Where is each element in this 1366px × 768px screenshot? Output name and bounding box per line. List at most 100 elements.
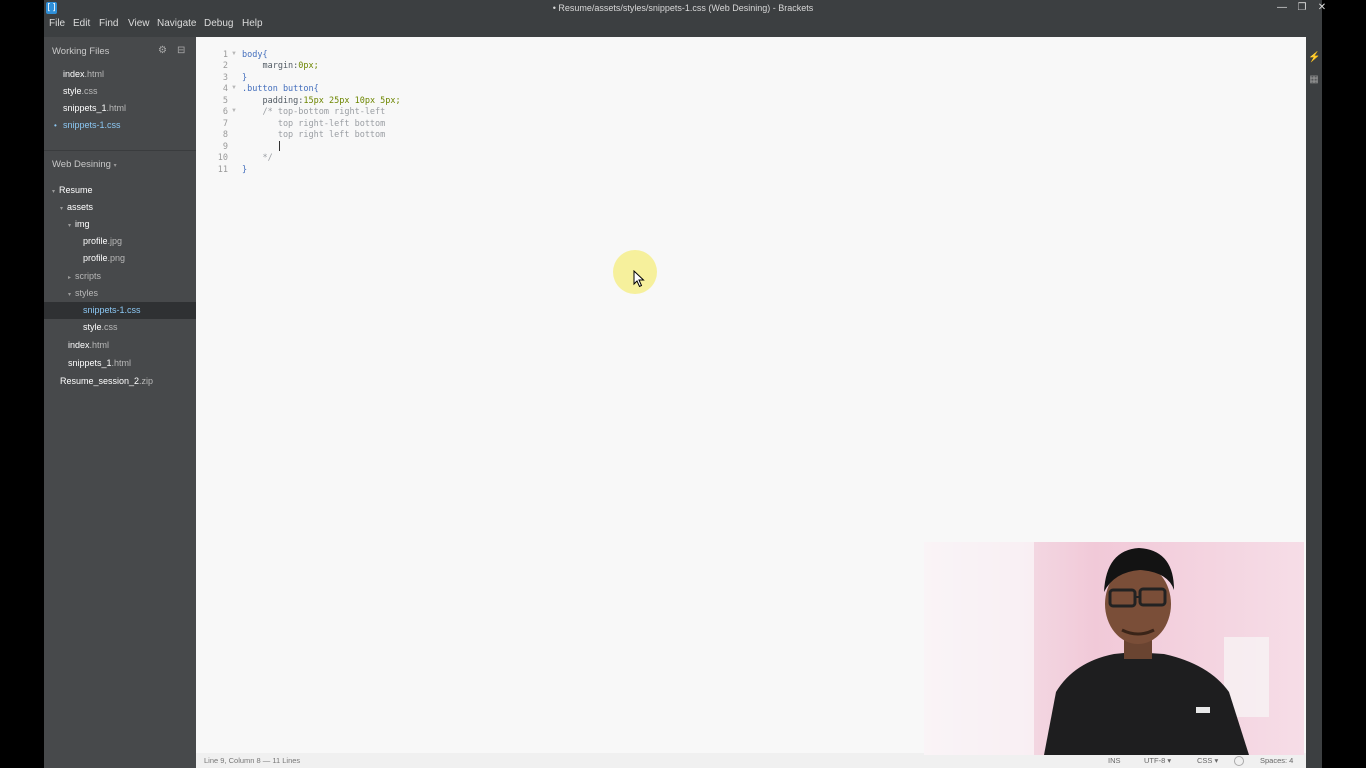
tree-file-selected[interactable]: snippets-1.css [44,302,196,319]
working-files-title: Working Files [52,46,110,57]
tree-folder[interactable]: ▾ img [44,216,196,233]
file-ext: .css [101,322,118,332]
file-name: profile [83,253,108,263]
file-ext: .png [107,253,126,263]
line-number: 2 [222,61,228,71]
code-line: body{ [242,50,268,60]
file-name: index [68,340,90,350]
indent-settings[interactable]: Spaces: 4 [1260,753,1293,768]
tree-folder[interactable]: ▸ scripts [44,268,196,285]
tree-file[interactable]: index.html [44,337,196,354]
file-ext: .html [106,103,127,113]
right-toolbar: ⚡ ▦ [1306,37,1322,768]
menu-bar: File Edit Find View Navigate Debug Help [44,16,1322,37]
menu-edit[interactable]: Edit [73,16,90,31]
tree-folder[interactable]: ▾ styles [44,285,196,302]
mouse-pointer-icon [633,270,645,288]
chevron-down-icon: ▾ [113,163,117,169]
ins-toggle[interactable]: INS [1108,753,1121,768]
split-view-icon[interactable]: ⊟ [177,45,185,56]
menu-debug[interactable]: Debug [204,16,233,31]
file-name: snippets_1 [63,103,107,113]
tree-folder[interactable]: ▾ Resume [44,182,196,199]
tree-folder[interactable]: ▾ assets [44,199,196,216]
code-line: } [242,73,248,83]
css-value: 15px 25px 10px 5px; [303,96,401,106]
file-name: index [63,69,85,79]
line-number: 1 [222,50,228,60]
working-file-item[interactable]: index.html [44,66,196,83]
menu-find[interactable]: Find [99,16,118,31]
line-number: 6 [222,107,228,117]
tree-file[interactable]: style.css [44,319,196,336]
folder-name: Resume [59,185,93,195]
folder-name: scripts [75,271,102,281]
webcam-overlay [924,542,1304,755]
code-line: } [242,165,248,175]
line-number: 5 [222,96,228,106]
code-comment: top right-left bottom [242,119,386,129]
restore-button[interactable]: ❐ [1294,0,1310,16]
sidebar-divider [44,150,196,151]
menu-view[interactable]: View [128,16,150,31]
menu-navigate[interactable]: Navigate [157,16,196,31]
file-name: Resume_session_2 [60,376,140,386]
menu-help[interactable]: Help [242,16,263,31]
code-line: padding:15px 25px 10px 5px; [242,96,401,106]
text-caret [279,141,280,151]
line-number: 11 [217,165,228,175]
code-comment: /* top-bottom right-left [242,107,386,117]
project-title: Web Desining [52,159,111,170]
working-file-item[interactable]: snippets_1.html [44,100,196,117]
window-title: • Resume/assets/styles/snippets-1.css (W… [552,3,814,13]
line-number: 8 [222,130,228,140]
css-property: margin: [242,61,299,71]
tree-file[interactable]: Resume_session_2.zip [44,373,196,390]
file-ext: .html [84,69,105,79]
fold-arrow-icon[interactable]: ▼ [231,108,237,114]
line-number: 7 [222,119,228,129]
file-ext: .zip [139,376,154,386]
linter-status-icon[interactable] [1234,756,1244,766]
file-name: profile [83,236,108,246]
status-bar: Line 9, Column 8 — 11 Lines INS UTF-8 ▾ … [196,753,1306,768]
fold-arrow-icon[interactable]: ▼ [231,51,237,57]
sidebar: Working Files ⚙ ⊟ index.html style.css s… [44,37,196,768]
css-property: padding: [242,96,304,106]
title-bar: [] • Resume/assets/styles/snippets-1.css… [44,0,1326,16]
project-dropdown[interactable]: Web Desining ▾ [52,159,117,170]
tree-file[interactable]: profile.jpg [44,233,196,250]
language-select[interactable]: CSS ▾ [1197,753,1218,768]
line-number: 4 [222,84,228,94]
file-name: style [83,322,102,332]
working-file-item[interactable]: style.css [44,83,196,100]
code-line: margin:0px; [242,61,319,71]
modified-dot-icon: • [54,121,57,130]
live-preview-icon[interactable]: ⚡ [1308,53,1320,63]
minimize-button[interactable]: — [1274,0,1290,16]
folder-name: styles [75,288,99,298]
working-file-item-active[interactable]: • snippets-1.css [44,117,196,134]
code-comment: top right left bottom [242,130,386,140]
line-number: 3 [222,73,228,83]
cursor-position: Line 9, Column 8 — 11 Lines [204,756,301,765]
encoding-select[interactable]: UTF-8 ▾ [1144,753,1171,768]
extension-manager-icon[interactable]: ▦ [1308,75,1320,85]
tree-file[interactable]: snippets_1.html [44,355,196,372]
file-name: snippets-1 [83,305,125,315]
css-value: 0px; [298,61,319,71]
gear-icon[interactable]: ⚙ [158,45,167,56]
close-button[interactable]: ✕ [1314,0,1330,16]
folder-name: assets [67,202,94,212]
file-name: snippets_1 [68,358,112,368]
code-comment: */ [242,153,273,163]
file-ext: .css [81,86,98,96]
fold-arrow-icon[interactable]: ▼ [231,85,237,91]
file-ext: .jpg [107,236,123,246]
line-number: 10 [217,153,228,163]
file-ext: .html [111,358,132,368]
menu-file[interactable]: File [49,16,65,31]
code-line: .button button{ [242,84,319,94]
webcam-person-image [924,542,1304,755]
tree-file[interactable]: profile.png [44,250,196,267]
